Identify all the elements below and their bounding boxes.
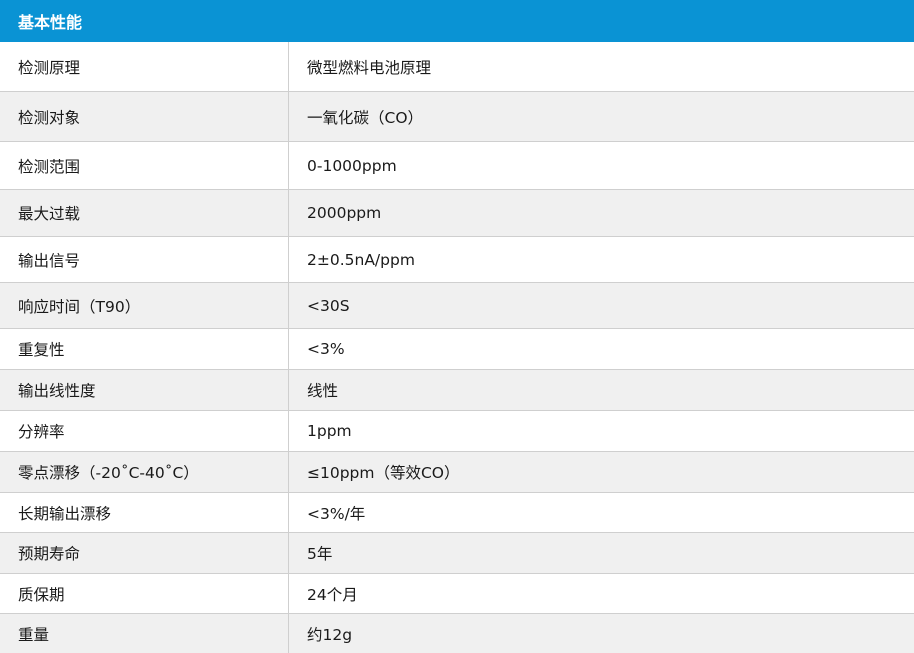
row-value: 0-1000ppm	[307, 156, 397, 175]
row-label: 输出信号	[0, 237, 289, 282]
row-label: 质保期	[0, 574, 289, 613]
row-value: 一氧化碳（CO）	[307, 108, 424, 127]
row-label: 分辨率	[0, 411, 289, 451]
row-value: <3%	[307, 340, 345, 358]
row-value: ≤10ppm（等效CO）	[307, 464, 460, 482]
row-label: 响应时间（T90）	[0, 283, 289, 328]
table-row: 重量 约12g	[0, 614, 914, 653]
table-row: 输出线性度 线性	[0, 370, 914, 411]
table-row: 零点漂移（-20˚C-40˚C） ≤10ppm（等效CO）	[0, 452, 914, 493]
table-row: 分辨率 1ppm	[0, 411, 914, 452]
row-value: 1ppm	[307, 422, 352, 440]
table-row: 质保期 24个月	[0, 574, 914, 614]
table-title: 基本性能	[18, 13, 83, 32]
row-value: 2±0.5nA/ppm	[307, 250, 415, 269]
row-label: 长期输出漂移	[0, 493, 289, 532]
row-label: 重量	[0, 614, 289, 653]
row-label: 检测范围	[0, 142, 289, 189]
row-label: 输出线性度	[0, 370, 289, 410]
row-value: 约12g	[307, 625, 353, 644]
spec-table: 基本性能 检测原理 微型燃料电池原理 检测对象 一氧化碳（CO） 检测范围 0-…	[0, 0, 914, 653]
row-label: 检测原理	[0, 42, 289, 91]
row-value: <30S	[307, 296, 350, 315]
row-value: 微型燃料电池原理	[307, 58, 432, 77]
table-row: 最大过载 2000ppm	[0, 190, 914, 237]
table-row: 重复性 <3%	[0, 329, 914, 370]
table-row: 预期寿命 5年	[0, 533, 914, 574]
table-row: 长期输出漂移 <3%/年	[0, 493, 914, 533]
row-value: 5年	[307, 545, 333, 563]
row-label: 零点漂移（-20˚C-40˚C）	[0, 452, 289, 492]
table-row: 检测对象 一氧化碳（CO）	[0, 92, 914, 142]
row-label: 检测对象	[0, 92, 289, 141]
row-label: 预期寿命	[0, 533, 289, 573]
row-value: <3%/年	[307, 504, 366, 523]
row-value: 线性	[307, 382, 339, 400]
row-label: 重复性	[0, 329, 289, 369]
table-body: 检测原理 微型燃料电池原理 检测对象 一氧化碳（CO） 检测范围 0-1000p…	[0, 42, 914, 653]
table-row: 检测范围 0-1000ppm	[0, 142, 914, 190]
table-row: 响应时间（T90） <30S	[0, 283, 914, 329]
table-row: 检测原理 微型燃料电池原理	[0, 42, 914, 92]
row-value: 24个月	[307, 585, 358, 604]
row-label: 最大过载	[0, 190, 289, 236]
row-value: 2000ppm	[307, 204, 382, 222]
table-header: 基本性能	[0, 0, 914, 42]
table-row: 输出信号 2±0.5nA/ppm	[0, 237, 914, 283]
